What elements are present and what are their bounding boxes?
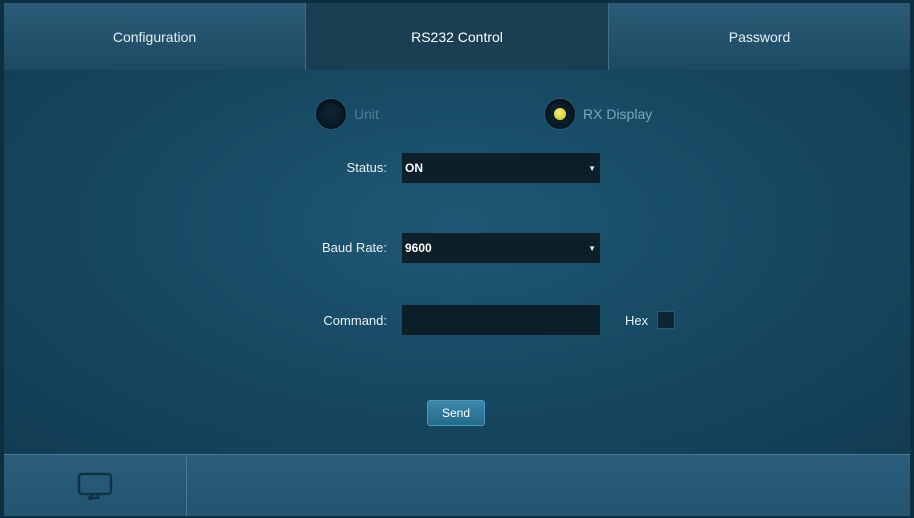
radio-unit-indicator — [316, 99, 346, 129]
status-dropdown-arrow-icon: ▼ — [588, 164, 596, 173]
command-input[interactable] — [402, 305, 600, 335]
baud-rate-select[interactable]: 9600 ▼ — [402, 233, 600, 263]
tab-rs232-control[interactable]: RS232 Control — [306, 3, 608, 70]
hex-checkbox[interactable] — [657, 311, 675, 329]
rs232-panel: Unit RX Display Status: ON ▼ Baud Rate: … — [4, 70, 910, 454]
radio-rx-display-label: RX Display — [583, 106, 653, 122]
command-label: Command: — [323, 313, 387, 328]
status-value: ON — [405, 161, 423, 175]
send-button[interactable]: Send — [427, 400, 485, 426]
status-label: Status: — [346, 160, 387, 175]
footer-bar — [4, 454, 910, 516]
hex-label: Hex — [625, 313, 649, 328]
baud-rate-dropdown-arrow-icon: ▼ — [588, 244, 596, 253]
tab-bar: Configuration RS232 Control Password — [4, 3, 910, 71]
radio-unit-label: Unit — [354, 106, 379, 122]
radio-rx-display-indicator — [545, 99, 575, 129]
refresh-button[interactable] — [77, 472, 113, 500]
radio-selected-dot — [554, 108, 566, 120]
footer-left-cell — [4, 455, 187, 516]
radio-unit[interactable]: Unit — [316, 99, 379, 129]
app-frame: Configuration RS232 Control Password Uni… — [4, 3, 910, 516]
baud-rate-label: Baud Rate: — [321, 240, 387, 255]
tab-configuration[interactable]: Configuration — [4, 3, 306, 70]
status-select[interactable]: ON ▼ — [402, 153, 600, 183]
tab-password[interactable]: Password — [608, 3, 910, 70]
radio-rx-display[interactable]: RX Display — [545, 99, 652, 129]
baud-rate-value: 9600 — [405, 241, 432, 255]
refresh-icon — [77, 472, 113, 500]
